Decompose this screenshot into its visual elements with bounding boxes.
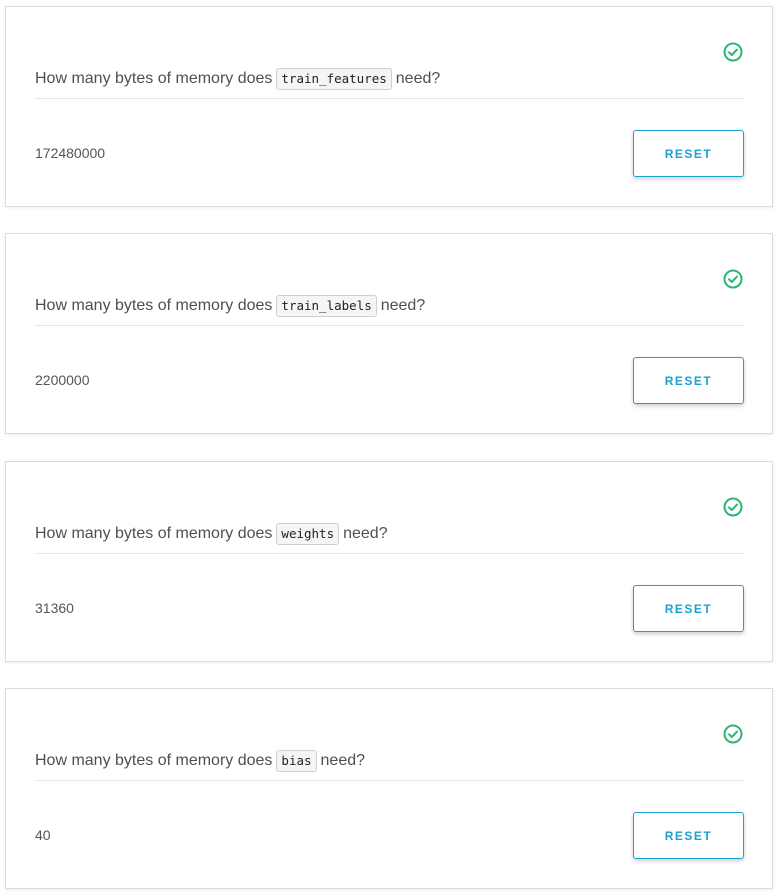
answer-value: 31360	[35, 600, 74, 616]
check-circle-icon	[723, 269, 743, 289]
question-prefix: How many bytes of memory does	[35, 297, 273, 314]
quiz-card: How many bytes of memory does train_feat…	[5, 6, 773, 207]
question-prefix: How many bytes of memory does	[35, 752, 273, 769]
check-circle-icon	[723, 42, 743, 62]
reset-button[interactable]: RESET	[633, 812, 744, 859]
quiz-card: How many bytes of memory does bias need?…	[5, 688, 773, 889]
check-circle-icon	[723, 724, 743, 744]
question-prefix: How many bytes of memory does	[35, 70, 273, 87]
question-text: How many bytes of memory does bias need?	[35, 747, 365, 775]
divider	[35, 98, 744, 99]
question-prefix: How many bytes of memory does	[35, 525, 273, 542]
question-text: How many bytes of memory does weights ne…	[35, 520, 388, 548]
question-text: How many bytes of memory does train_feat…	[35, 65, 440, 93]
question-suffix: need?	[343, 525, 388, 542]
answer-value: 2200000	[35, 372, 90, 388]
question-suffix: need?	[320, 752, 366, 769]
question-suffix: need?	[380, 297, 426, 314]
answer-value: 172480000	[35, 145, 106, 161]
code-variable: train_features	[276, 68, 392, 90]
code-variable: weights	[276, 523, 340, 545]
divider	[35, 780, 744, 781]
quiz-card: How many bytes of memory does weights ne…	[5, 461, 773, 662]
divider	[35, 325, 744, 326]
question-text: How many bytes of memory does train_labe…	[35, 292, 425, 320]
reset-button[interactable]: RESET	[633, 585, 744, 632]
reset-button[interactable]: RESET	[633, 357, 744, 404]
divider	[35, 553, 744, 554]
quiz-card: How many bytes of memory does train_labe…	[5, 233, 773, 434]
answer-value: 40	[35, 827, 51, 843]
question-suffix: need?	[395, 70, 441, 87]
code-variable: bias	[276, 750, 317, 772]
check-circle-icon	[723, 497, 743, 517]
reset-button[interactable]: RESET	[633, 130, 744, 177]
code-variable: train_labels	[276, 295, 377, 317]
